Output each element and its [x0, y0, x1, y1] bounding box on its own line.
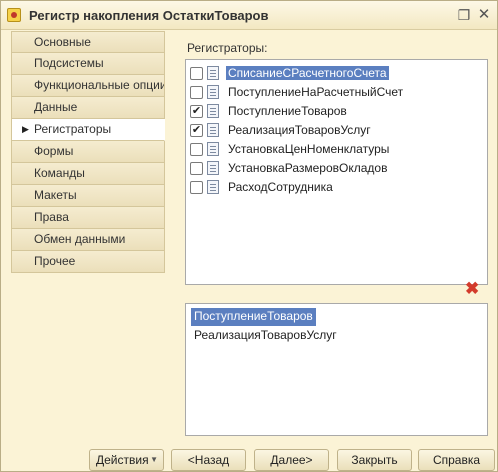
list-item-label: РеализацияТоваровУслуг: [228, 123, 371, 137]
tab-label: Регистраторы: [34, 122, 112, 136]
checkbox[interactable]: [190, 181, 203, 194]
dialog-window: Регистр накопления ОстаткиТоваров ❐ ✕ Ос…: [0, 0, 498, 472]
checkbox[interactable]: [190, 67, 203, 80]
close-icon[interactable]: ✕: [475, 6, 493, 24]
document-icon: [207, 123, 219, 137]
checkbox-checked[interactable]: ✔: [190, 105, 203, 118]
tab-data[interactable]: Данные: [11, 97, 165, 119]
list-item[interactable]: РеализацияТоваровУслуг: [191, 327, 340, 345]
document-icon: [207, 180, 219, 194]
tab-label: Основные: [34, 35, 91, 49]
tab-forms[interactable]: Формы: [11, 141, 165, 163]
document-icon: [207, 104, 219, 118]
app-icon: [7, 8, 21, 22]
tab-label: Формы: [34, 144, 74, 158]
checkbox-checked[interactable]: ✔: [190, 124, 203, 137]
actions-label: Действия: [96, 453, 149, 467]
chevron-down-icon: ▼: [150, 455, 158, 464]
list-item-label: УстановкаРазмеровОкладов: [228, 161, 388, 175]
tab-label: Прочее: [34, 254, 76, 268]
tab-templates[interactable]: Макеты: [11, 185, 165, 207]
list-item[interactable]: ПоступлениеТоваров: [191, 308, 316, 326]
tab-data-exchange[interactable]: Обмен данными: [11, 229, 165, 251]
document-icon: [207, 85, 219, 99]
document-icon: [207, 161, 219, 175]
tab-other[interactable]: Прочее: [11, 251, 165, 273]
document-icon: [207, 142, 219, 156]
registrators-label: Регистраторы:: [187, 41, 268, 55]
close-button[interactable]: Закрыть: [337, 449, 412, 471]
registrators-list[interactable]: СписаниеСРасчетногоСчета ПоступлениеНаРа…: [185, 59, 488, 285]
tab-label: Права: [34, 210, 69, 224]
checkbox[interactable]: [190, 162, 203, 175]
tab-functional-options[interactable]: Функциональные опции: [11, 75, 165, 97]
tab-label: Подсистемы: [34, 56, 104, 70]
list-item-label: РасходСотрудника: [228, 180, 333, 194]
delete-icon[interactable]: ✖: [465, 279, 479, 299]
restore-icon[interactable]: ❐: [455, 6, 473, 24]
actions-button[interactable]: Действия ▼: [89, 449, 164, 471]
title-bar: Регистр накопления ОстаткиТоваров ❐ ✕: [1, 1, 497, 30]
checkbox[interactable]: [190, 143, 203, 156]
list-item-label: УстановкаЦенНоменклатуры: [228, 142, 390, 156]
tab-label: Обмен данными: [34, 232, 126, 246]
checkbox[interactable]: [190, 86, 203, 99]
back-button[interactable]: <Назад: [171, 449, 246, 471]
tab-commands[interactable]: Команды: [11, 163, 165, 185]
tab-label: Макеты: [34, 188, 77, 202]
registrators-panel: Регистраторы: СписаниеСРасчетногоСчета П…: [165, 31, 490, 441]
tab-rights[interactable]: Права: [11, 207, 165, 229]
tab-subsystems[interactable]: Подсистемы: [11, 53, 165, 75]
tab-main[interactable]: Основные: [11, 31, 165, 53]
selected-registrators-list[interactable]: ПоступлениеТоваров РеализацияТоваровУслу…: [185, 303, 488, 436]
document-icon: [207, 66, 219, 80]
list-item-label: ПоступлениеТоваров: [228, 104, 347, 118]
next-button[interactable]: Далее>: [254, 449, 329, 471]
tab-label: Данные: [34, 100, 78, 114]
window-title: Регистр накопления ОстаткиТоваров: [29, 8, 269, 23]
help-button[interactable]: Справка: [418, 449, 495, 471]
list-item-label: СписаниеСРасчетногоСчета: [226, 66, 389, 80]
triangle-right-icon: ▶: [22, 124, 29, 134]
tab-registrators[interactable]: ▶ Регистраторы: [11, 119, 165, 141]
tabs-list: Основные Подсистемы Функциональные опции…: [11, 31, 165, 273]
list-item-label: ПоступлениеНаРасчетныйСчет: [228, 85, 404, 99]
tab-label: Функциональные опции: [34, 78, 165, 92]
tab-label: Команды: [34, 166, 85, 180]
